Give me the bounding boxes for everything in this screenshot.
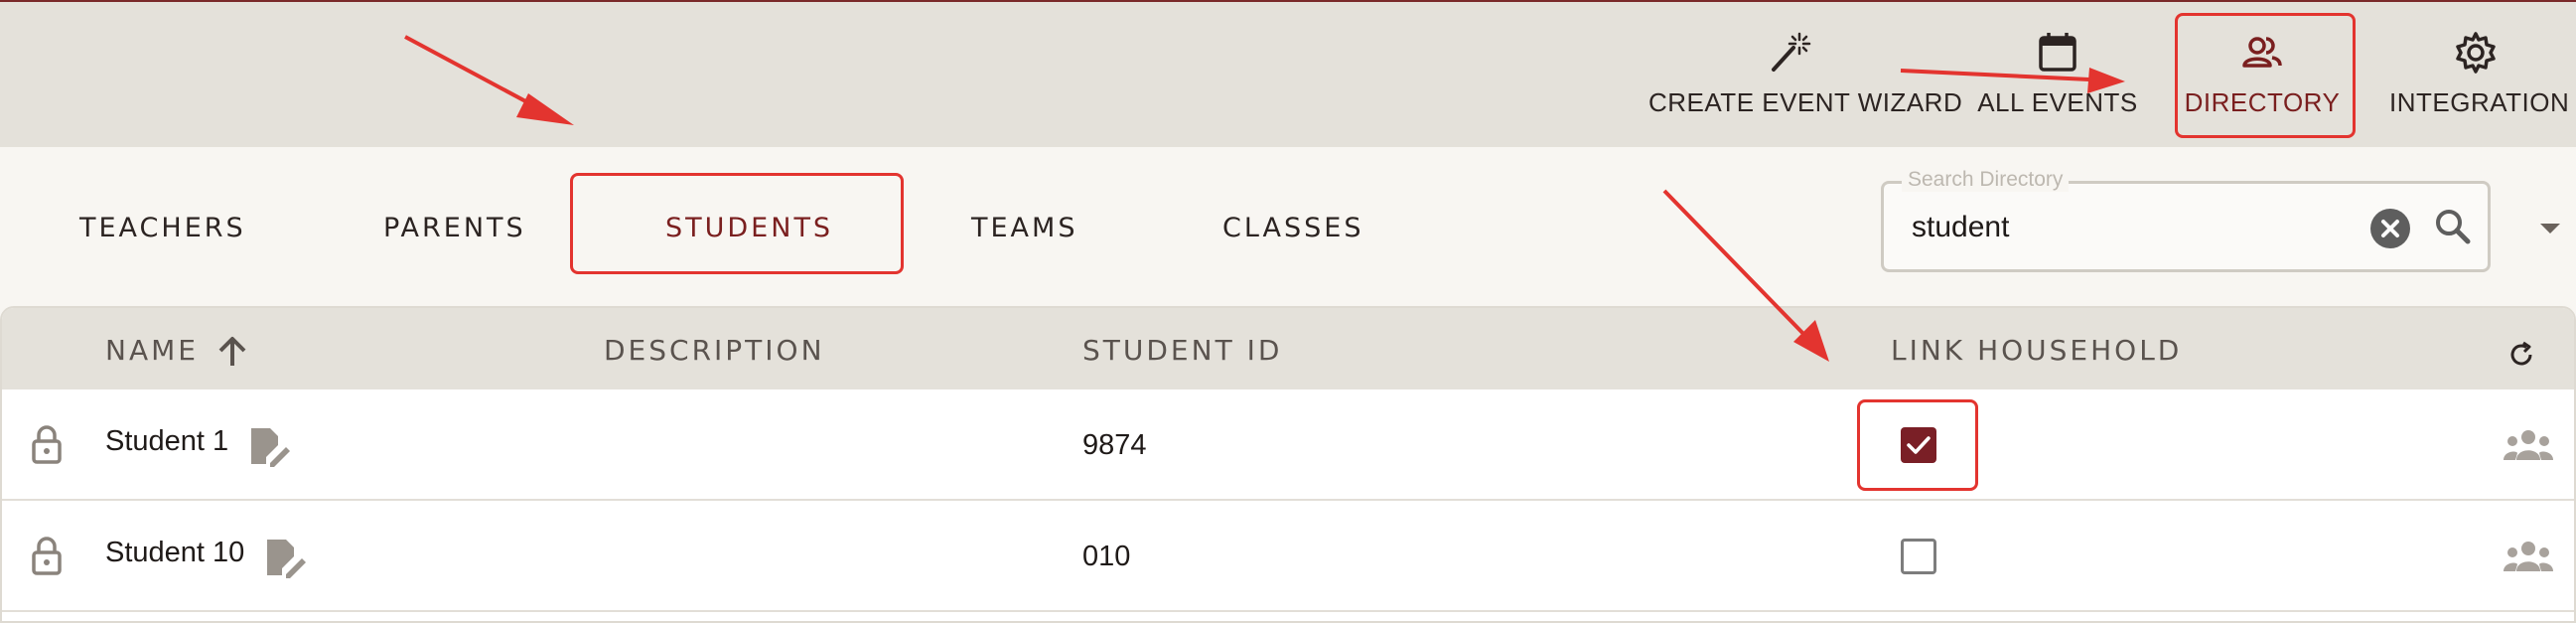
lock-icon — [32, 425, 62, 464]
household-icon[interactable] — [2503, 427, 2554, 463]
gear-icon — [2456, 32, 2496, 74]
nav-label: INTEGRATION — [2389, 87, 2570, 117]
close-icon — [2381, 220, 2399, 237]
household-icon[interactable] — [2503, 539, 2554, 574]
tab-classes[interactable]: CLASSES — [1222, 213, 1363, 243]
student-id: 9874 — [1082, 429, 1147, 461]
column-header-name[interactable]: NAME — [105, 334, 199, 367]
edit-icon[interactable] — [248, 425, 292, 467]
table-row[interactable]: Student 1 9874 — [2, 389, 2574, 501]
tab-teams[interactable]: TEAMS — [971, 213, 1077, 243]
sort-ascending-icon[interactable] — [215, 334, 250, 370]
search-directory-field: Search Directory — [1881, 168, 2491, 272]
nav-all-events[interactable]: ALL EVENTS — [1976, 2, 2139, 141]
people-icon — [2242, 37, 2282, 68]
edit-icon[interactable] — [264, 537, 308, 578]
search-input[interactable] — [1910, 204, 2351, 251]
nav-integration[interactable]: INTEGRATION — [2389, 2, 2570, 141]
nav-label: DIRECTORY — [2184, 87, 2341, 117]
calendar-icon — [2039, 33, 2076, 72]
search-icon — [2436, 210, 2471, 244]
tab-teachers[interactable]: TEACHERS — [79, 213, 246, 243]
nav-directory[interactable]: DIRECTORY — [2175, 2, 2350, 141]
table-header: NAME DESCRIPTION STUDENT ID LINK HOUSEHO… — [2, 308, 2574, 389]
lock-icon — [32, 537, 62, 575]
tab-students[interactable]: STUDENTS — [665, 213, 833, 243]
chevron-down-icon[interactable] — [2538, 221, 2562, 236]
refresh-icon[interactable] — [2506, 340, 2536, 370]
link-household-checkbox[interactable] — [1901, 427, 1936, 463]
nav-label: ALL EVENTS — [1977, 87, 2138, 117]
check-icon — [1907, 436, 1931, 454]
student-name: Student 1 — [105, 425, 229, 457]
top-nav-bar: CREATE EVENT WIZARD ALL EVENTS DIRECTORY… — [0, 0, 2576, 147]
tab-parents[interactable]: PARENTS — [383, 213, 526, 243]
column-header-link-household[interactable]: LINK HOUSEHOLD — [1891, 334, 2182, 367]
student-id: 010 — [1082, 541, 1131, 572]
nav-label: CREATE EVENT WIZARD — [1648, 87, 1963, 117]
student-name: Student 10 — [105, 537, 245, 568]
column-header-student-id[interactable]: STUDENT ID — [1082, 334, 1282, 367]
magic-wand-icon — [1772, 32, 1811, 72]
link-household-checkbox[interactable] — [1901, 539, 1936, 574]
column-header-description[interactable]: DESCRIPTION — [604, 334, 825, 367]
search-button[interactable] — [2430, 204, 2476, 249]
search-label: Search Directory — [1902, 168, 2070, 192]
clear-search-button[interactable] — [2370, 209, 2410, 248]
table-row[interactable]: Student 10 010 — [2, 501, 2574, 612]
nav-create-event-wizard[interactable]: CREATE EVENT WIZARD — [1648, 2, 1963, 141]
directory-table: NAME DESCRIPTION STUDENT ID LINK HOUSEHO… — [0, 306, 2576, 623]
